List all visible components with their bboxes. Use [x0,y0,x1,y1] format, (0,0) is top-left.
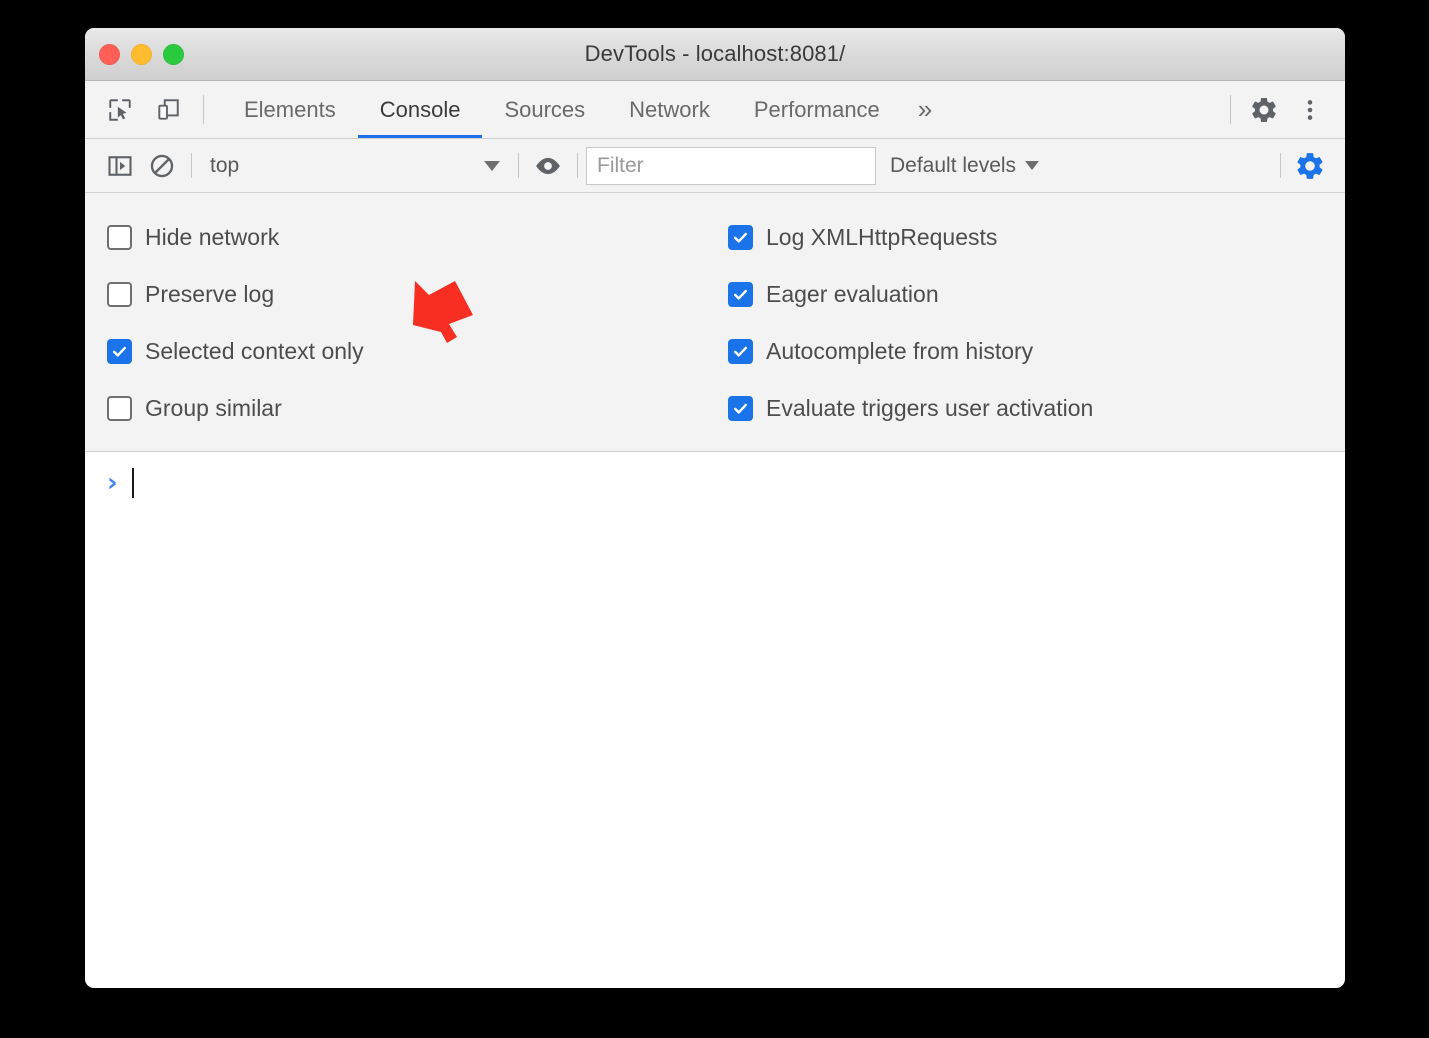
tab-network[interactable]: Network [607,81,732,138]
checkbox-preserve-log[interactable] [107,282,132,307]
title-bar: DevTools - localhost:8081/ [85,28,1345,81]
more-tabs-icon[interactable]: » [902,81,948,138]
tab-elements[interactable]: Elements [222,81,358,138]
chevron-down-icon [484,161,500,171]
label-selected-context-only: Selected context only [145,338,364,365]
panel-tabs: Elements Console Sources Network Perform… [222,81,1222,138]
tab-network-label: Network [629,97,710,123]
setting-evaluate-triggers-user-activation[interactable]: Evaluate triggers user activation [728,380,1345,437]
gear-icon[interactable] [1243,89,1285,131]
checkbox-selected-context-only[interactable] [107,339,132,364]
devtools-window: DevTools - localhost:8081/ [85,28,1345,988]
checkbox-evaluate-triggers-user-activation[interactable] [728,396,753,421]
log-levels-label: Default levels [890,154,1016,178]
execution-context-value: top [210,154,239,178]
console-filter-toolbar: top Filter Default levels [85,139,1345,193]
maximize-window-button[interactable] [163,44,184,65]
settings-column-left: Hide network Preserve log Selected conte… [85,209,715,437]
console-output-area[interactable]: › [85,452,1345,500]
label-hide-network: Hide network [145,224,279,251]
chevron-down-icon [1025,161,1039,170]
tab-console-label: Console [380,97,461,123]
label-evaluate-triggers-user-activation: Evaluate triggers user activation [766,395,1093,422]
label-eager-evaluation: Eager evaluation [766,281,939,308]
inspect-element-icon[interactable] [99,89,141,131]
more-vertical-icon[interactable] [1289,89,1331,131]
setting-eager-evaluation[interactable]: Eager evaluation [728,266,1345,323]
window-title: DevTools - localhost:8081/ [585,41,846,67]
toolbar-divider [203,95,204,124]
tab-performance-label: Performance [754,97,880,123]
actions-divider [1230,95,1231,124]
console-sidebar-icon[interactable] [99,145,141,187]
minimize-window-button[interactable] [131,44,152,65]
device-toolbar-icon[interactable] [147,89,189,131]
setting-log-xmlhttprequests[interactable]: Log XMLHttpRequests [728,209,1345,266]
checkbox-eager-evaluation[interactable] [728,282,753,307]
tab-bar-actions [1222,81,1345,138]
close-window-button[interactable] [99,44,120,65]
console-toolbar-divider-1 [191,153,192,178]
checkbox-log-xmlhttprequests[interactable] [728,225,753,250]
console-settings-panel: Hide network Preserve log Selected conte… [85,193,1345,452]
window-controls [99,28,184,80]
label-preserve-log: Preserve log [145,281,274,308]
text-caret [132,468,134,498]
prompt-chevron-icon: › [107,470,118,496]
more-tabs-label: » [918,94,932,125]
setting-preserve-log[interactable]: Preserve log [107,266,715,323]
checkbox-autocomplete-from-history[interactable] [728,339,753,364]
filter-placeholder: Filter [597,154,644,178]
console-toolbar-divider-4 [1280,153,1281,178]
console-toolbar-divider-3 [577,153,578,178]
tab-sources-label: Sources [504,97,585,123]
setting-hide-network[interactable]: Hide network [107,209,715,266]
checkbox-hide-network[interactable] [107,225,132,250]
setting-selected-context-only[interactable]: Selected context only [107,323,715,380]
console-settings-gear-icon[interactable] [1289,145,1331,187]
label-group-similar: Group similar [145,395,282,422]
checkbox-group-similar[interactable] [107,396,132,421]
tab-sources[interactable]: Sources [482,81,607,138]
log-levels-dropdown[interactable]: Default levels [876,154,1053,178]
filter-input[interactable]: Filter [586,147,876,185]
setting-group-similar[interactable]: Group similar [107,380,715,437]
tab-console[interactable]: Console [358,81,483,138]
tab-elements-label: Elements [244,97,336,123]
clear-console-icon[interactable] [141,145,183,187]
eye-icon[interactable] [527,145,569,187]
tab-performance[interactable]: Performance [732,81,902,138]
label-log-xmlhttprequests: Log XMLHttpRequests [766,224,997,251]
tool-icon-group [99,81,222,138]
execution-context-dropdown[interactable]: top [200,149,510,183]
console-toolbar-divider-2 [518,153,519,178]
main-tab-bar: Elements Console Sources Network Perform… [85,81,1345,139]
label-autocomplete-from-history: Autocomplete from history [766,338,1033,365]
settings-column-right: Log XMLHttpRequests Eager evaluation Aut… [715,209,1345,437]
setting-autocomplete-from-history[interactable]: Autocomplete from history [728,323,1345,380]
console-prompt-row[interactable]: › [85,466,1345,500]
